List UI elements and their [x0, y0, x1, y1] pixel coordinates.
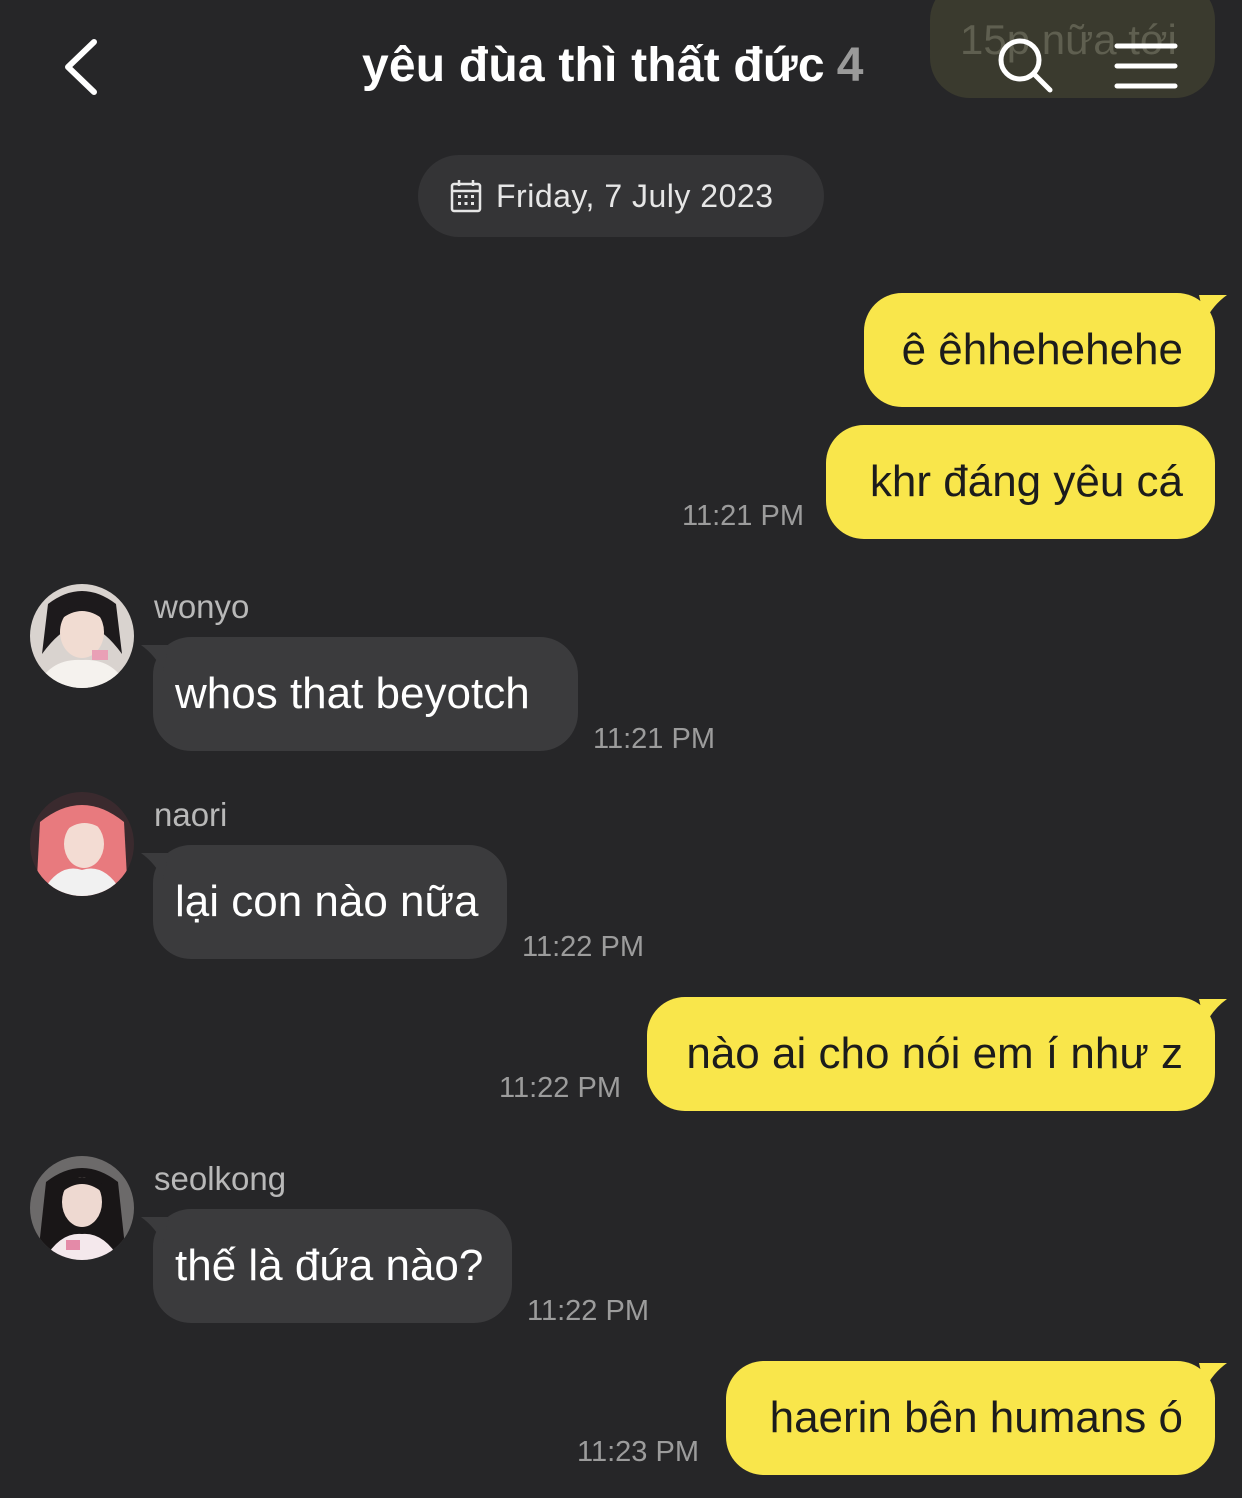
message-time: 11:23 PM: [577, 1436, 699, 1468]
sender-name: seolkong: [154, 1160, 287, 1197]
outgoing-message-bubble[interactable]: ê êhhehehehe: [864, 293, 1227, 407]
message-time: 11:21 PM: [682, 500, 804, 532]
back-button[interactable]: [58, 36, 108, 98]
outgoing-message-bubble[interactable]: khr đáng yêu cá: [826, 425, 1215, 539]
incoming-message-bubble[interactable]: lại con nào nữa: [141, 845, 507, 959]
message-text: ê êhhehehehe: [901, 325, 1183, 374]
message-text: haerin bên humans ó: [769, 1393, 1183, 1442]
message-text: khr đáng yêu cá: [869, 457, 1183, 506]
chat-header: yêu đùa thì thất đức 4: [0, 0, 1242, 140]
date-label: Friday, 7 July 2023: [496, 177, 774, 214]
avatar-image: [30, 584, 134, 688]
bubble-tail: [1199, 999, 1227, 1025]
search-button[interactable]: [996, 36, 1054, 94]
chat-title-text: yêu đùa thì thất đức: [362, 39, 825, 92]
avatar[interactable]: [30, 584, 134, 688]
avatar-image: [30, 792, 134, 896]
chevron-left-icon: [65, 39, 97, 95]
menu-button[interactable]: [1114, 42, 1178, 90]
chat-screen: 15p nữa tới yêu đùa thì thất đức 4 Frida…: [0, 0, 1242, 1498]
bubble-tail: [1199, 295, 1227, 321]
message-text: nào ai cho nói em í như z: [686, 1029, 1183, 1078]
incoming-message-bubble[interactable]: thế là đứa nào?: [141, 1209, 512, 1323]
sender-name: wonyo: [154, 588, 250, 625]
message-time: 11:22 PM: [527, 1295, 649, 1327]
menu-icon: [1114, 43, 1178, 89]
search-icon: [998, 38, 1053, 93]
outgoing-message-bubble[interactable]: haerin bên humans ó: [726, 1361, 1227, 1475]
message-time: 11:21 PM: [593, 723, 715, 755]
message-text: whos that beyotch: [175, 669, 530, 718]
message-time: 11:22 PM: [499, 1072, 621, 1104]
date-divider: Friday, 7 July 2023: [418, 155, 824, 237]
message-time: 11:22 PM: [522, 931, 644, 963]
message-text: thế là đứa nào?: [175, 1241, 484, 1290]
avatar[interactable]: [30, 792, 134, 896]
calendar-icon: [450, 180, 482, 213]
incoming-message-bubble[interactable]: whos that beyotch: [141, 637, 578, 751]
avatar[interactable]: [30, 1156, 134, 1260]
bubble-tail: [141, 1217, 169, 1243]
sender-name: naori: [154, 796, 228, 833]
outgoing-message-bubble[interactable]: nào ai cho nói em í như z: [647, 997, 1227, 1111]
member-count: 4: [836, 39, 864, 92]
chat-title: yêu đùa thì thất đức 4: [362, 38, 864, 93]
avatar-image: [30, 1156, 134, 1260]
bubble-tail: [141, 645, 169, 671]
message-text: lại con nào nữa: [175, 877, 479, 926]
bubble-tail: [141, 853, 169, 879]
bubble-tail: [1199, 1363, 1227, 1389]
